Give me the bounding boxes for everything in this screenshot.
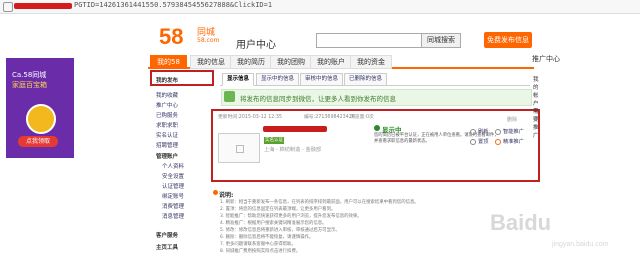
sidebar-item-recruit[interactable]: 招聘管理	[156, 141, 178, 149]
highlight-box-sidebar	[150, 70, 214, 86]
refresh-radio[interactable]	[470, 129, 476, 135]
right-char-1: 的	[533, 85, 539, 91]
logo-domain: 58.com	[197, 37, 220, 44]
nav-item-my58[interactable]: 我的58	[150, 55, 187, 69]
sidebar-item-consume[interactable]: 消费管理	[162, 202, 184, 210]
sidebar-item-realname[interactable]: 实名认证	[156, 131, 178, 139]
sidebar-item-profile[interactable]: 个人资料	[162, 162, 184, 170]
broken-image-icon	[236, 145, 244, 153]
refresh-link[interactable]: 刷新	[478, 128, 488, 135]
top-link[interactable]: 置顶	[478, 138, 488, 145]
sidebar-item-purchased[interactable]: 已购服务	[156, 111, 178, 119]
nav-item-resume[interactable]: 我的简历	[230, 55, 272, 69]
right-char-3: 户	[533, 101, 539, 107]
right-char-5: 要	[533, 117, 539, 123]
sidebar-item-bind[interactable]: 绑定账号	[162, 192, 184, 200]
top-radio[interactable]	[470, 139, 476, 145]
right-char-6: 推	[533, 125, 539, 131]
baidu-watermark: Baidu jingyan.baidu.com	[490, 210, 609, 248]
sidebar-item-security[interactable]: 安全设置	[162, 172, 184, 180]
help-line: 5. 修改：修改信息后将重新进入审核，审核通过后方可显示。	[220, 228, 340, 233]
sidebar-item-manage-account[interactable]: 管理账户	[156, 152, 178, 160]
sidebar-item-messages[interactable]: 消息管理	[162, 212, 184, 220]
sidebar-item-tools[interactable]: 主页工具	[156, 243, 178, 251]
listing-number: 编号:2713698423426	[304, 115, 355, 120]
listing-views: 浏览量:0次	[350, 115, 374, 120]
search-input[interactable]	[316, 33, 422, 48]
help-line: 1. 刷新：相当于重新发布一条信息，在列表的排序排到最前面，用户可以在搜索结果中…	[220, 200, 419, 205]
coin-icon	[26, 104, 56, 134]
precise-promote-link[interactable]: 精准推广	[503, 138, 524, 145]
smart-promote-radio[interactable]	[495, 129, 501, 135]
post-info-button[interactable]: 免费发布信息	[484, 32, 532, 48]
right-char-2: 帐	[533, 93, 539, 99]
right-char-4: 需	[533, 109, 539, 115]
nav-item-funds[interactable]: 我的资金	[350, 55, 392, 69]
watermark-brand: Baidu	[490, 210, 551, 235]
verify-badge: 实名认证	[264, 137, 284, 144]
help-title: 说明:	[219, 192, 234, 199]
ad-line-1: Ca.58同城	[12, 71, 47, 79]
redacted-url-domain	[14, 3, 72, 9]
smart-promote-link[interactable]: 智能推广	[503, 128, 524, 135]
right-char-7: 广	[533, 133, 539, 139]
watermark-sub: jingyan.baidu.com	[551, 241, 609, 248]
help-line: 8. 同城推广费用按照实际点击进行扣费。	[220, 249, 301, 254]
tab-display[interactable]: 显示信息	[222, 73, 255, 86]
listing-location: 上海 - 棉纺制造 - 金融部	[264, 147, 322, 153]
sidebar-item-jobs[interactable]: 求职求职	[156, 121, 178, 129]
promote-center-link[interactable]: 推广中心	[532, 54, 560, 64]
ad-line-2: 家庭百宝箱	[12, 81, 47, 89]
sidebar-item-favorites[interactable]: 我的收藏	[156, 91, 178, 99]
sidebar-item-promote[interactable]: 推广中心	[156, 101, 178, 109]
sidebar-item-verify[interactable]: 认证管理	[162, 182, 184, 190]
wechat-icon	[224, 91, 235, 102]
nav-item-account[interactable]: 我的账户	[310, 55, 352, 69]
ad-claim-button[interactable]: 点我领取	[18, 136, 58, 147]
help-line: 4. 精准推广：根据用户搜索关键词精准展示您的信息。	[220, 221, 327, 226]
tab-reviewing[interactable]: 审核中的信息	[300, 73, 344, 86]
help-line: 6. 删除：删除信息后将不能恢复，请谨慎操作。	[220, 235, 314, 240]
info-icon	[213, 190, 218, 195]
url-text[interactable]: PGTID=14261361441550.5793845455627888&Cl…	[74, 1, 272, 9]
logo-58[interactable]: 58	[159, 24, 183, 50]
sidebar-item-service[interactable]: 客户服务	[156, 231, 178, 239]
right-char-0: 我	[533, 77, 539, 83]
page-icon	[3, 2, 13, 12]
help-line: 2. 置顶：将您的信息固定在列表最顶端，让更多用户看到。	[220, 207, 336, 212]
page-title: 用户中心	[236, 40, 276, 51]
help-line: 3. 智能推广：帮助您快速获得更多的用户浏览，提升您发布信息的效果。	[220, 214, 362, 219]
tab-deleted[interactable]: 已删除的信息	[344, 73, 388, 86]
help-line: 7. 更多问题请联系客服中心获得帮助。	[220, 242, 296, 247]
search-button[interactable]: 同城搜索	[421, 33, 461, 48]
nav-item-info[interactable]: 我的信息	[190, 55, 232, 69]
nav-item-group[interactable]: 我的团购	[270, 55, 312, 69]
redacted-listing-title[interactable]	[263, 126, 327, 132]
listing-updated: 更新时间:2015-03-12 12:35	[218, 115, 283, 120]
tab-showing[interactable]: 显示中的信息	[256, 73, 300, 86]
status-icon	[374, 125, 380, 131]
precise-promote-radio[interactable]	[495, 139, 501, 145]
banner-text[interactable]: 将发布的信息同步到微信，让更多人看到你发布的信息	[240, 93, 396, 103]
delete-link[interactable]: 删除	[507, 116, 517, 123]
